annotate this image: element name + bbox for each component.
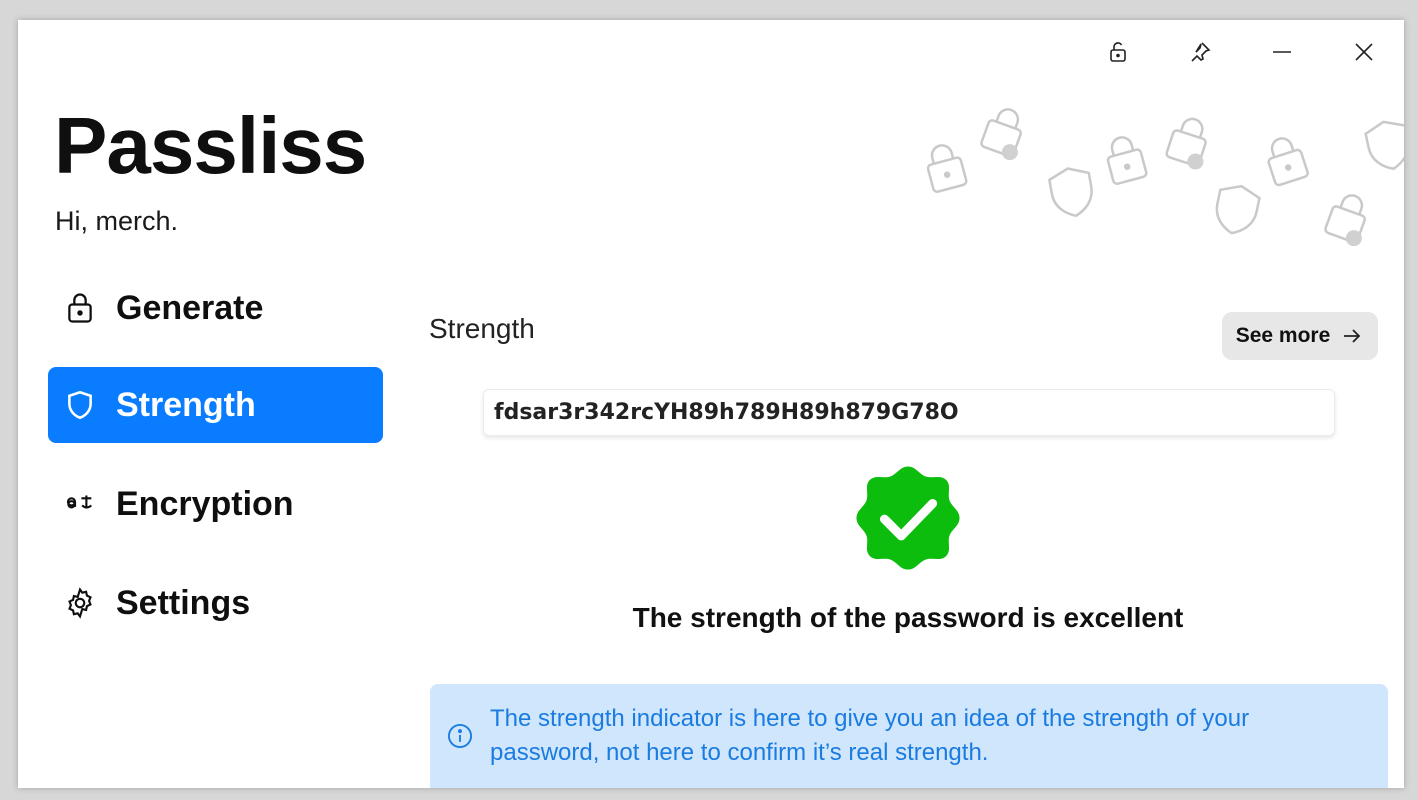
sidebar-item-label: Settings	[116, 583, 251, 622]
verified-check-icon	[856, 466, 960, 570]
close-icon	[1355, 43, 1373, 61]
lock-icon	[62, 290, 98, 326]
lock-icon	[1110, 42, 1126, 62]
app-window: Passliss Hi, merch. Generate Strength En…	[18, 20, 1404, 788]
strength-result-text: The strength of the password is excellen…	[632, 602, 1184, 633]
lock-window-button[interactable]	[1098, 32, 1138, 72]
decorative-lock-pattern	[926, 108, 1404, 247]
gear-icon	[62, 585, 98, 621]
section-title: Strength	[429, 313, 535, 344]
info-text: The strength indicator is here to give y…	[490, 705, 1250, 766]
sidebar-item-settings[interactable]: Settings	[48, 565, 383, 641]
sidebar-item-generate[interactable]: Generate	[48, 270, 383, 346]
greeting-text: Hi, merch.	[55, 206, 179, 236]
translate-icon	[62, 486, 98, 522]
info-bar: The strength indicator is here to give y…	[430, 684, 1388, 788]
minimize-button[interactable]	[1262, 32, 1302, 72]
shield-icon	[62, 387, 98, 423]
see-more-button[interactable]: See more	[1222, 312, 1378, 360]
sidebar-item-label: Strength	[116, 385, 256, 424]
pin-icon	[1191, 42, 1211, 62]
see-more-label: See more	[1235, 324, 1331, 347]
info-icon	[446, 722, 474, 750]
sidebar-item-label: Encryption	[116, 484, 294, 523]
password-input[interactable]	[483, 389, 1335, 436]
arrow-right-icon	[1340, 324, 1364, 348]
sidebar-item-label: Generate	[116, 288, 264, 327]
sidebar-item-encryption[interactable]: Encryption	[48, 466, 383, 542]
app-title: Passliss	[54, 101, 367, 190]
minimize-icon	[1273, 51, 1291, 53]
sidebar-item-strength[interactable]: Strength	[48, 367, 383, 443]
pin-button[interactable]	[1180, 32, 1220, 72]
close-button[interactable]	[1344, 32, 1384, 72]
